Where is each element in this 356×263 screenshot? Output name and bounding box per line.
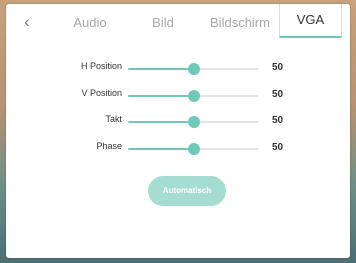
setting-label: H Position [80, 61, 122, 71]
slider-knob[interactable] [187, 63, 200, 75]
phase-slider[interactable] [128, 142, 259, 156]
slider-knob[interactable] [187, 116, 200, 128]
tab-bild[interactable]: Bild [142, 13, 184, 33]
h-position-slider[interactable] [128, 62, 259, 76]
setting-row-phase: Phase 50 [6, 139, 350, 159]
setting-label: Phase [96, 141, 122, 151]
setting-value: 50 [272, 89, 284, 100]
setting-value: 50 [272, 142, 284, 153]
slider-fill [128, 68, 194, 70]
slider-fill [128, 148, 194, 150]
slider-knob[interactable] [187, 90, 200, 102]
setting-row-h-position: H Position 50 [6, 59, 350, 79]
automatisch-button[interactable]: Automatisch [148, 176, 226, 206]
v-position-slider[interactable] [128, 89, 259, 103]
tab-bar: ‹ Audio Bild Bildschirm VGA [6, 4, 350, 40]
tab-vga[interactable]: VGA [279, 4, 342, 38]
setting-label: Takt [105, 114, 122, 124]
setting-row-takt: Takt 50 [6, 112, 350, 132]
slider-fill [128, 95, 194, 97]
setting-value: 50 [272, 115, 284, 126]
tab-bildschirm[interactable]: Bildschirm [202, 13, 278, 33]
back-chevron-icon[interactable]: ‹ [20, 13, 34, 31]
vga-settings-panel: ‹ Audio Bild Bildschirm VGA H Position 5… [6, 4, 350, 258]
setting-value: 50 [272, 62, 284, 73]
slider-knob[interactable] [187, 143, 200, 155]
setting-label: V Position [81, 88, 122, 98]
tab-audio[interactable]: Audio [64, 13, 116, 33]
slider-fill [128, 121, 194, 123]
setting-row-v-position: V Position 50 [6, 86, 350, 106]
takt-slider[interactable] [128, 115, 259, 129]
